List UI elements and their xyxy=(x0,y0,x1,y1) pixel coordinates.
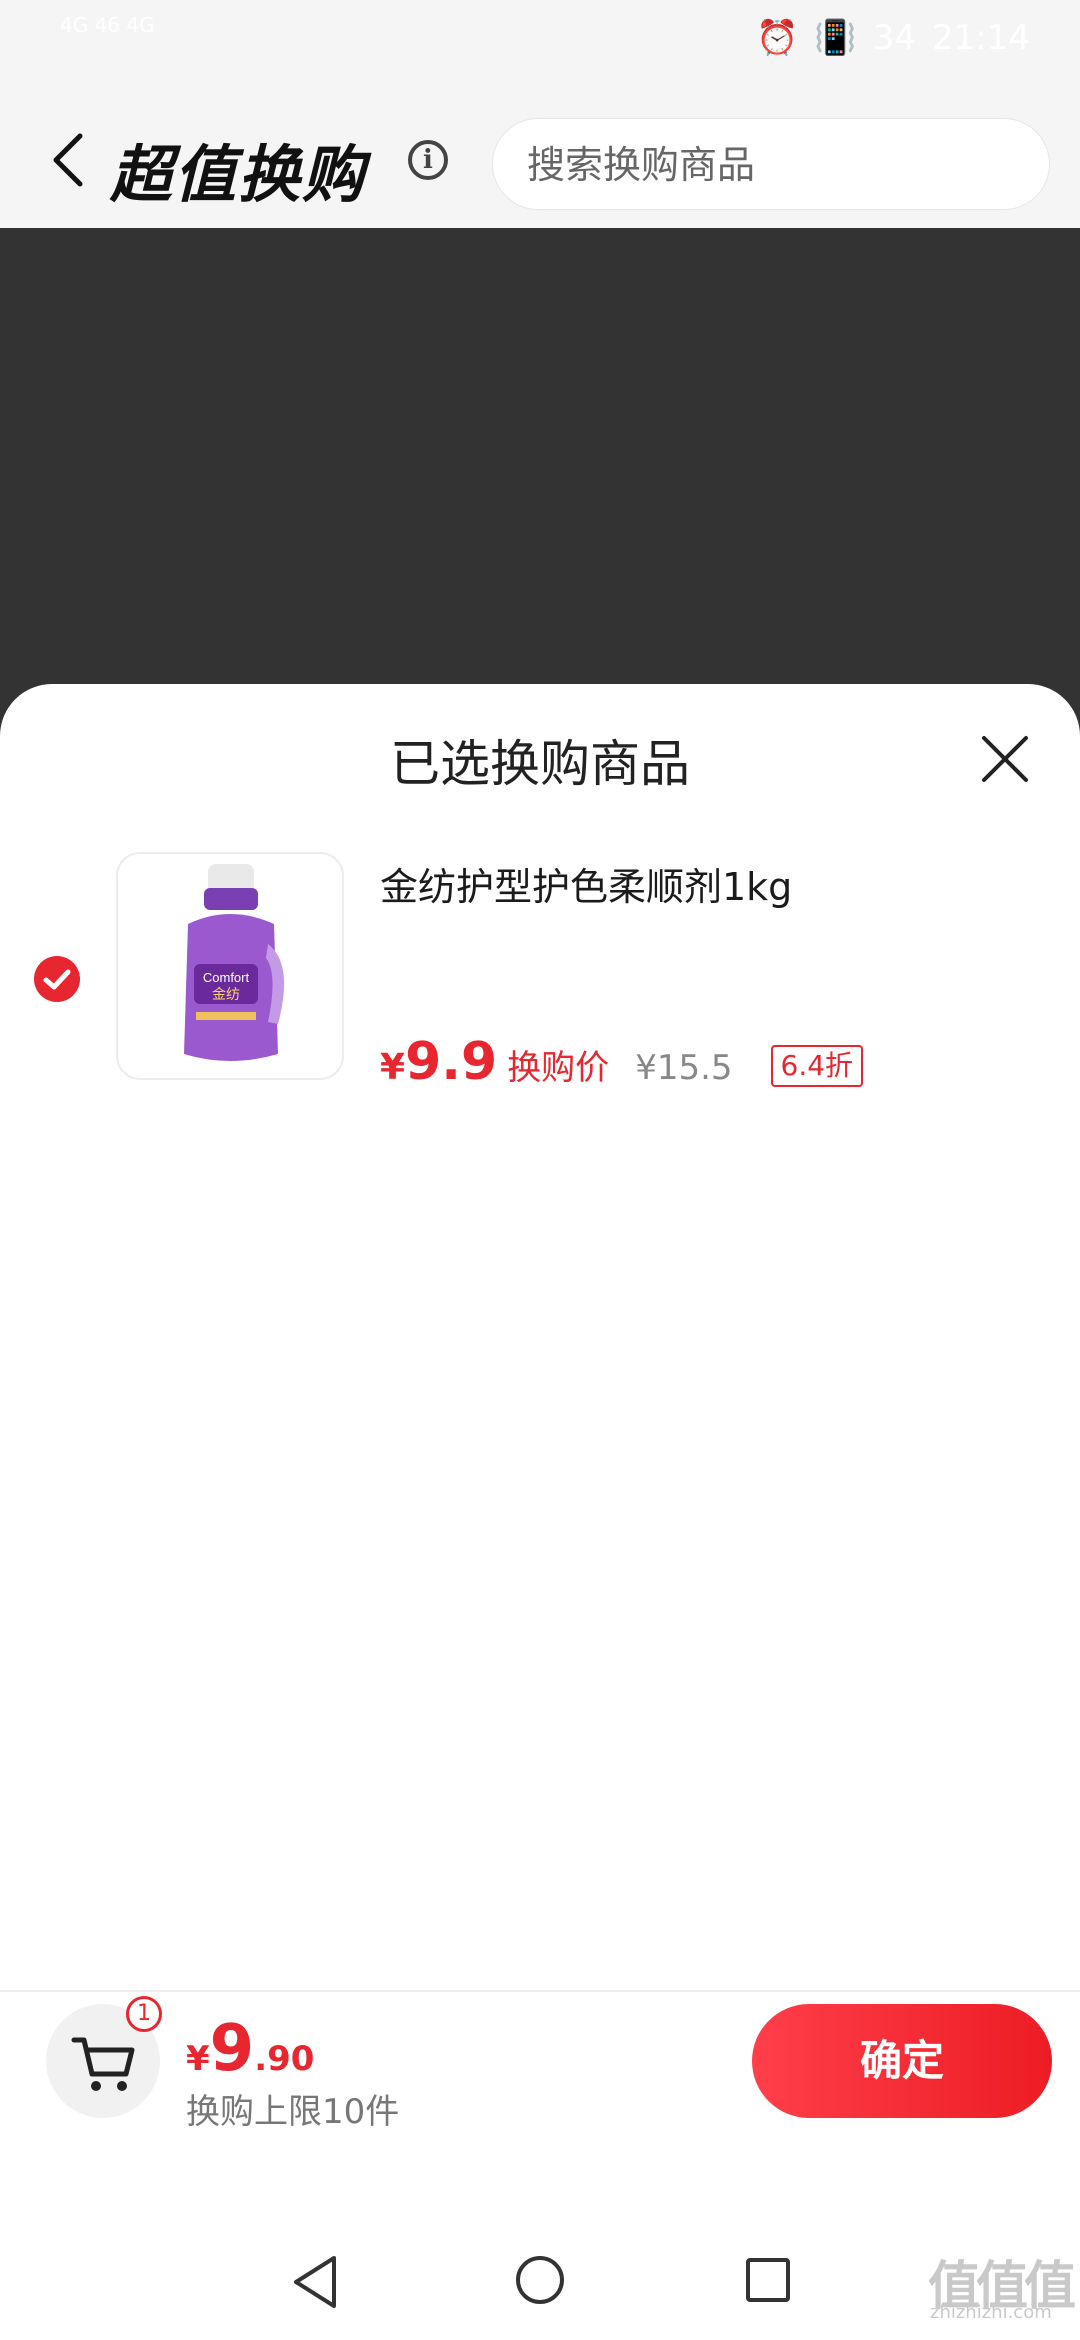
sheet-title: 已选换购商品 xyxy=(390,735,690,793)
search-input[interactable]: 搜索换购商品 xyxy=(492,118,1050,210)
battery-level: 34 xyxy=(872,18,917,58)
page-header: 超值换购 i 搜索换购商品 xyxy=(0,110,1080,211)
total-integer: 9 xyxy=(209,2012,255,2086)
price-currency: ¥ xyxy=(380,1047,406,1088)
bottle-brand-text: Comfort xyxy=(203,970,250,985)
info-icon[interactable]: i xyxy=(408,140,448,180)
original-price: ¥15.5 xyxy=(635,1048,733,1088)
total-price: ¥ 9 .90 xyxy=(186,2012,314,2086)
product-name[interactable]: 金纺护型护色柔顺剂1kg xyxy=(380,856,792,911)
exchange-price: 9.9 xyxy=(405,1032,498,1092)
total-currency: ¥ xyxy=(186,2039,210,2079)
top-area: 4G 46 4G ⏰ 📳 34 21:14 超值换购 i 搜索换购商品 xyxy=(0,0,1080,228)
vibrate-icon: 📳 xyxy=(814,18,857,58)
exchange-price-label: 换购价 xyxy=(507,1048,610,1088)
clock: 21:14 xyxy=(932,18,1030,58)
selected-items-sheet: 已选换购商品 Comfort 金纺 金纺护型护色柔顺剂1kg ¥ 9.9 换购价… xyxy=(0,684,1080,2286)
item-checkbox[interactable] xyxy=(34,956,80,1002)
checkmark-icon xyxy=(43,969,71,990)
confirm-button[interactable]: 确定 xyxy=(752,2004,1052,2118)
alarm-icon: ⏰ xyxy=(756,18,799,58)
fabric-softener-bottle-image: Comfort 金纺 xyxy=(184,864,285,1061)
svg-text:金纺: 金纺 xyxy=(212,987,240,1003)
nav-recents-icon[interactable] xyxy=(746,2258,790,2302)
system-nav-bar xyxy=(0,2150,1080,2340)
exchange-limit-text: 换购上限10件 xyxy=(186,2092,400,2132)
status-bar: 4G 46 4G ⏰ 📳 34 21:14 xyxy=(0,0,1080,80)
bottom-action-bar: 1 ¥ 9 .90 换购上限10件 确定 xyxy=(0,1990,1080,2152)
status-right: ⏰ 📳 34 21:14 xyxy=(756,18,1030,58)
discount-badge: 6.4折 xyxy=(770,1045,864,1087)
back-arrow-icon[interactable] xyxy=(48,132,88,188)
price-row: ¥ 9.9 换购价 ¥15.5 6.4折 xyxy=(380,1032,864,1092)
product-image[interactable]: Comfort 金纺 xyxy=(116,852,344,1080)
signal-indicators: 4G 46 4G xyxy=(60,13,155,37)
watermark-url: zhizhizhi.com xyxy=(930,2302,1052,2323)
total-decimal: .90 xyxy=(254,2039,315,2079)
close-icon[interactable] xyxy=(980,734,1030,784)
nav-back-icon[interactable] xyxy=(290,2254,340,2310)
cart-count-badge: 1 xyxy=(126,1996,162,2032)
nav-home-icon[interactable] xyxy=(516,2256,564,2304)
page-title: 超值换购 xyxy=(110,138,367,211)
